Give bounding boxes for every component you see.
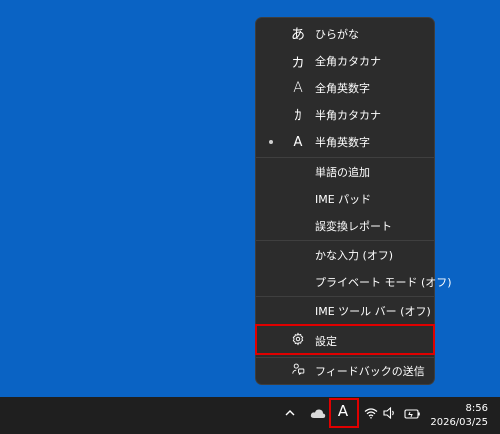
fullwidth-katakana-icon: カ: [291, 55, 305, 71]
menu-item-label: IME ツール バー (オフ): [315, 305, 431, 318]
feedback-icon: [288, 362, 308, 380]
menu-item-label: フィードバックの送信: [315, 365, 425, 378]
menu-item-private-mode[interactable]: プライベート モード (オフ): [256, 269, 452, 295]
battery-icon[interactable]: [402, 405, 422, 421]
menu-item-label: プライベート モード (オフ): [315, 276, 452, 289]
menu-item-label: IME パッド: [315, 193, 372, 206]
menu-item-label: 単語の追加: [315, 166, 370, 179]
menu-item-hiragana[interactable]: あ ひらがな: [256, 21, 434, 47]
halfwidth-alnum-icon: A: [293, 134, 303, 150]
menu-item-fullwidth-alnum[interactable]: A 全角英数字: [256, 75, 434, 101]
menu-item-ime-pad[interactable]: IME パッド: [256, 186, 434, 212]
menu-divider: [256, 240, 434, 241]
menu-item-send-feedback[interactable]: フィードバックの送信: [256, 358, 434, 384]
menu-item-ime-toolbar[interactable]: IME ツール バー (オフ): [256, 298, 434, 324]
clock-time: 8:56: [465, 403, 488, 414]
menu-item-halfwidth-katakana[interactable]: ｶ 半角カタカナ: [256, 102, 434, 128]
settings-highlight-box: [255, 324, 435, 355]
selected-indicator-dot: [269, 140, 273, 144]
menu-item-fullwidth-katakana[interactable]: カ 全角カタカナ: [256, 48, 434, 74]
menu-item-label: 全角カタカナ: [315, 55, 381, 68]
halfwidth-katakana-icon: ｶ: [294, 108, 302, 124]
menu-divider: [256, 157, 434, 158]
menu-item-label: 誤変換レポート: [315, 220, 392, 233]
system-clock[interactable]: 8:56 2026/03/25: [430, 402, 488, 430]
wifi-icon[interactable]: [363, 405, 379, 421]
clock-date: 2026/03/25: [430, 417, 488, 428]
volume-icon[interactable]: [382, 405, 398, 421]
fullwidth-alnum-icon: A: [293, 80, 303, 96]
menu-item-halfwidth-alnum[interactable]: A 半角英数字: [256, 129, 434, 155]
onedrive-cloud-icon[interactable]: [308, 405, 328, 421]
menu-divider: [256, 296, 434, 297]
menu-item-kana-input[interactable]: かな入力 (オフ): [256, 242, 434, 268]
ime-indicator-highlight-box: [329, 398, 359, 428]
menu-item-label: ひらがな: [315, 28, 359, 41]
menu-item-conversion-report[interactable]: 誤変換レポート: [256, 213, 434, 239]
menu-item-label: 半角カタカナ: [315, 109, 381, 122]
menu-item-add-word[interactable]: 単語の追加: [256, 159, 434, 185]
taskbar: [0, 397, 500, 434]
menu-item-label: 半角英数字: [315, 136, 370, 149]
hiragana-icon: あ: [291, 27, 305, 43]
menu-item-label: 全角英数字: [315, 82, 370, 95]
menu-item-label: かな入力 (オフ): [315, 249, 394, 262]
show-hidden-icons-chevron-icon[interactable]: [282, 405, 298, 421]
